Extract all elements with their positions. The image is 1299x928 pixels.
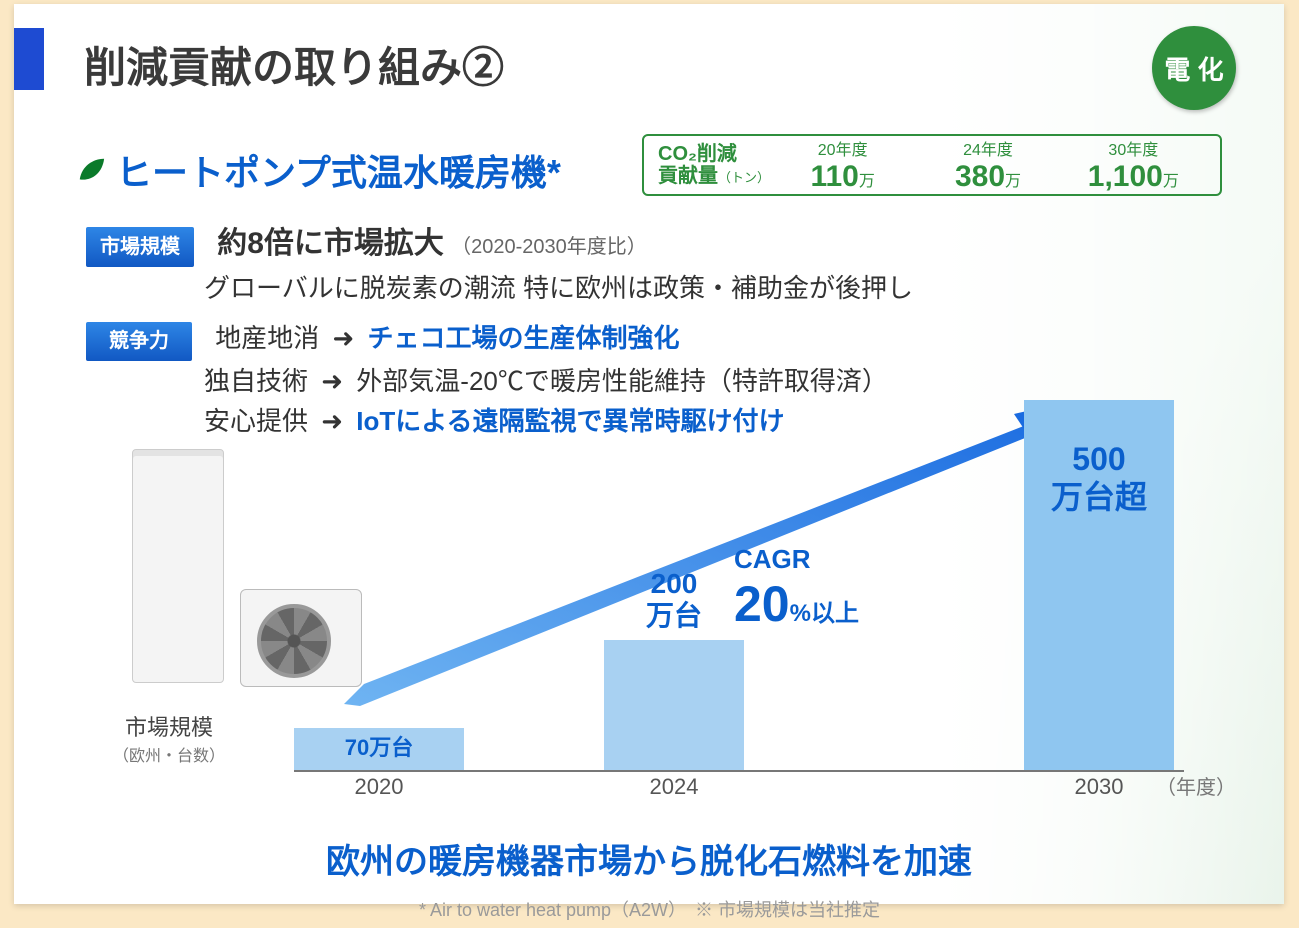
bar-2030: 500 万台超 [1024, 400, 1174, 770]
market-line1-note: （2020-2030年度比） [451, 236, 647, 258]
slide: 削減貢献の取り組み② 電 化 ヒートポンプ式温水暖房機* CO₂削減 貢献量（ト… [14, 4, 1284, 904]
co2-unit: （トン） [718, 170, 770, 185]
co2-u: 万 [1163, 173, 1179, 190]
sub-title: ヒートポンプ式温水暖房機* [116, 144, 561, 196]
co2-reduction-box: CO₂削減 貢献量（トン） 20年度 110万 24年度 380万 30年度 1… [642, 134, 1222, 196]
market-block: 市場規模 約8倍に市場拡大 （2020-2030年度比） グローバルに脱炭素の潮… [86, 220, 913, 310]
co2-value: 380 [955, 160, 1005, 193]
compete-row0-b: チェコ工場の生産体制強化 [368, 323, 680, 353]
page-title: 削減貢献の取り組み② [84, 34, 504, 95]
market-chart: 70万台 2020 200 万台 2024 500 万台超 2030 （年度） … [294, 424, 1184, 794]
compete-row1-b: 外部気温-20℃で暖房性能維持（特許取得済） [356, 366, 888, 396]
tag-compete: 競争力 [86, 322, 192, 361]
market-line2: グローバルに脱炭素の潮流 特に欧州は政策・補助金が後押し [204, 273, 913, 303]
footnote: * Air to water heat pump（A2W） ※ 市場規模は当社推… [0, 896, 1299, 922]
tag-market: 市場規模 [86, 227, 194, 267]
co2-cell-20: 20年度 110万 [770, 136, 915, 194]
bottom-message: 欧州の暖房機器市場から脱化石燃料を加速 [14, 834, 1284, 883]
compete-row2-a: 安心提供 [204, 406, 308, 436]
bar-2020-label: 70万台 [294, 730, 464, 762]
co2-label-2: 貢献量 [658, 165, 718, 187]
co2-year: 24年度 [915, 136, 1060, 160]
x-axis-unit: （年度） [1156, 771, 1236, 800]
co2-u: 万 [859, 173, 875, 190]
co2-u: 万 [1005, 173, 1021, 190]
header: 削減貢献の取り組み② 電 化 [14, 28, 1284, 92]
co2-cell-30: 30年度 1,100万 [1061, 136, 1206, 194]
co2-label-1: CO₂削減 [658, 143, 737, 165]
chart-side-label-s: （欧州・台数） [84, 742, 254, 766]
x-2030: 2030 [1075, 774, 1124, 800]
category-badge: 電 化 [1152, 26, 1236, 110]
compete-row0-a: 地産地消 [215, 323, 319, 353]
bar-2024: 200 万台 [604, 640, 744, 770]
cagr-value: 20 [734, 576, 790, 632]
chart-side-label: 市場規模 （欧州・台数） [84, 710, 254, 766]
cagr-label: CAGR [734, 544, 859, 575]
co2-year: 30年度 [1061, 136, 1206, 160]
accent-bar [14, 28, 44, 90]
bar-2030-label: 500 万台超 [1024, 440, 1174, 517]
cagr-annotation: CAGR 20%以上 [734, 544, 859, 633]
leaf-icon [76, 155, 106, 185]
co2-value: 1,100 [1088, 160, 1163, 193]
co2-value: 110 [810, 160, 858, 193]
co2-label: CO₂削減 貢献量（トン） [658, 143, 770, 187]
market-line1-bold: 約8倍に市場拡大 [217, 227, 444, 260]
bar-2024-label: 200 万台 [604, 568, 744, 632]
co2-cell-24: 24年度 380万 [915, 136, 1060, 194]
arrow-icon: ➜ [321, 366, 343, 396]
compete-row1-a: 独自技術 [204, 366, 308, 396]
indoor-unit [132, 449, 224, 683]
x-axis [294, 770, 1184, 772]
co2-year: 20年度 [770, 136, 915, 160]
arrow-icon: ➜ [332, 323, 354, 353]
sub-heading: ヒートポンプ式温水暖房機* [76, 144, 561, 196]
chart-side-label-t: 市場規模 [125, 715, 213, 740]
x-2024: 2024 [650, 774, 699, 800]
bar-2020: 70万台 [294, 728, 464, 770]
cagr-suffix: %以上 [790, 600, 859, 627]
x-2020: 2020 [355, 774, 404, 800]
